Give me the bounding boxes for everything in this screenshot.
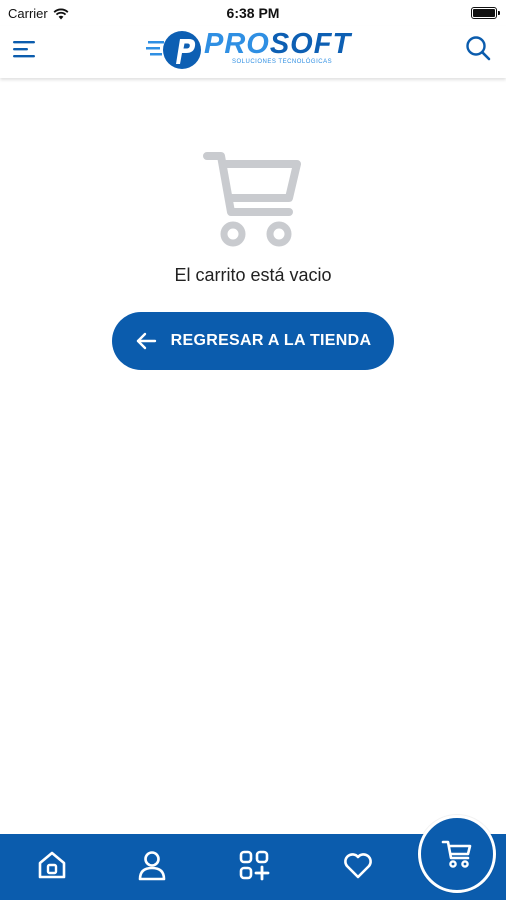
categories-icon <box>239 850 270 881</box>
search-icon[interactable] <box>464 34 492 62</box>
home-icon <box>38 851 66 879</box>
arrow-left-icon <box>136 332 156 350</box>
heart-icon <box>344 853 372 879</box>
empty-cart-message: El carrito está vacio <box>174 265 332 285</box>
empty-cart-state: El carrito está vacio REGRESAR A LA TIEN… <box>0 150 506 370</box>
nav-profile[interactable] <box>134 847 170 883</box>
user-icon <box>138 851 166 881</box>
nav-categories[interactable] <box>236 847 272 883</box>
back-button-label: REGRESAR A LA TIENDA <box>170 332 372 349</box>
cart-icon <box>441 840 472 868</box>
prosoft-logo: PROSOFT SOLUCIONES TECNOLÓGICAS <box>146 28 356 72</box>
logo-tagline: SOLUCIONES TECNOLÓGICAS <box>232 59 333 65</box>
nav-favorites[interactable] <box>340 847 376 883</box>
status-time: 6:38 PM <box>226 5 280 21</box>
menu-icon[interactable] <box>12 38 38 60</box>
app-header: PROSOFT SOLUCIONES TECNOLÓGICAS <box>0 26 506 78</box>
battery-icon <box>471 7 500 19</box>
nav-home[interactable] <box>34 847 70 883</box>
empty-cart-illustration-icon <box>203 152 301 247</box>
logo-wordmark: PROSOFT <box>204 28 352 60</box>
status-bar: Carrier 6:38 PM <box>0 0 506 26</box>
logo-mark-icon <box>146 31 201 69</box>
back-to-store-button[interactable]: REGRESAR A LA TIENDA <box>112 312 394 370</box>
cart-fab-button[interactable] <box>418 815 496 893</box>
